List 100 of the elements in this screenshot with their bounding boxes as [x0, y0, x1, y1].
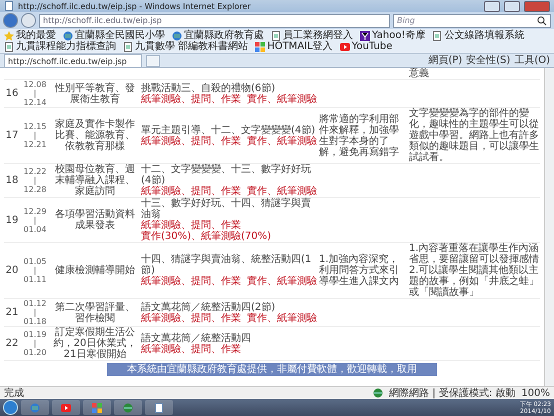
play-icon — [61, 402, 71, 412]
assessment-text: 實作、紙筆測驗 — [247, 136, 317, 146]
tiles-icon — [92, 402, 102, 412]
globe-icon — [63, 30, 73, 40]
page-icon — [154, 402, 164, 412]
assessment-text: 實作、紙筆測驗 — [247, 94, 317, 104]
start-date: 12.29 — [22, 206, 48, 216]
date-separator: | — [32, 339, 38, 348]
globe-icon — [172, 30, 182, 40]
method-text: 將常適的字利用部件來解釋，加強學生對字本身的了解，避免再寫錯字 — [319, 114, 400, 158]
date-separator: | — [32, 216, 38, 224]
date-separator: | — [32, 131, 38, 140]
table-cell-text: 意義 — [409, 68, 430, 79]
week-number: 21 — [5, 307, 19, 318]
star-icon — [4, 30, 14, 40]
window-title: http://schoff.ilc.edu.tw/eip.jsp - Windows Internet Explorer — [18, 2, 252, 10]
end-date: 12.28 — [22, 185, 48, 194]
favorite-link[interactable]: 員工業務網登入 — [271, 30, 353, 41]
tiles-icon — [255, 42, 266, 52]
topic-text: 校園母位教育、週末輔導融入課程、家庭訪問 — [54, 164, 136, 197]
assessment-text: 實作(30%)、紙筆測驗(70%) — [141, 231, 272, 242]
end-date: 01.18 — [22, 317, 48, 326]
maximize-button[interactable] — [504, 0, 520, 12]
assessment-text: 紙筆測驗、提問、作業 — [141, 344, 241, 354]
page-icon — [123, 42, 133, 52]
lesson-text: 十三、數字好好玩、十四、猜謎字與賣油翁 — [141, 198, 312, 220]
favorite-link[interactable]: 宜蘭縣全民國民小學 — [63, 30, 165, 41]
note-text: 文字變變變為字的部件的變化，趣味性的主題學生可以從遊戲中學習。網路上也有許多類似的趣味題目，可以讓學生試試看。 — [409, 108, 539, 163]
assessment-text: 實作、紙筆測驗 — [247, 312, 317, 324]
globe-icon — [373, 388, 384, 398]
command-menu[interactable]: 網頁(P) — [428, 53, 462, 67]
end-date: 01.20 — [22, 348, 48, 357]
start-date: 01.19 — [22, 330, 48, 339]
week-number: 22 — [5, 338, 19, 349]
zoom-button[interactable]: 100% — [521, 388, 550, 398]
assessment-text: 實作、紙筆測驗 — [247, 186, 317, 197]
end-date: 12.21 — [22, 140, 48, 149]
page-icon — [271, 30, 281, 40]
note-text: 1.內容著重落在讓學生作內涵省思，要留讓留可以發揮感情 2.可以讓學生閱讀其他類以主題的故事，例如「井底之蛙」或「閱讀故事」 — [409, 243, 539, 298]
search-field[interactable]: Bing — [393, 14, 551, 28]
topic-text: 健康檢測輔導開始 — [54, 265, 136, 276]
date-separator: | — [32, 176, 38, 185]
favorite-link[interactable]: YouTube — [340, 41, 392, 52]
command-menu[interactable]: 安全性(S) — [466, 53, 510, 67]
favorite-link[interactable]: 九貫數學 部編教科書網站 — [123, 41, 248, 52]
date-separator: | — [32, 266, 38, 275]
command-menu[interactable]: 工具(O) — [514, 53, 550, 67]
lesson-text: 語文萬花筒／統整活動四 — [141, 332, 252, 344]
assessment-text: 紙筆測驗、提問、作業 — [141, 94, 241, 104]
start-date: 01.05 — [22, 257, 48, 266]
start-date: 01.12 — [22, 299, 48, 308]
scrollbar[interactable] — [544, 68, 554, 386]
assessment-text: 紙筆測驗、提問、作業 — [141, 136, 241, 146]
start-orb-icon[interactable] — [3, 400, 18, 415]
new-tab-button[interactable] — [146, 55, 160, 67]
minimize-button[interactable] — [484, 0, 500, 12]
assessment-text: 紙筆測驗、提問、作業 — [141, 186, 241, 197]
favorite-link[interactable]: 宜蘭縣政府教育處 — [172, 30, 264, 41]
search-icon — [537, 16, 547, 26]
start-date: 12.08 — [22, 80, 48, 89]
week-number: 18 — [5, 175, 19, 186]
favorite-link[interactable]: 九貫課程能力指標查詢 — [4, 41, 116, 52]
forward-button[interactable] — [21, 13, 36, 28]
favorites-button[interactable]: 我的最愛 — [4, 30, 56, 41]
lesson-text: 挑戰活動三、自殺的禮物(6節) — [141, 82, 276, 94]
lesson-text: 單元主題引導、十二、文字變變變(4節) — [141, 124, 316, 136]
topic-text: 性別平等教育、發展衛生教育 — [54, 82, 136, 104]
letter-logo-icon — [360, 30, 370, 40]
taskbar-button[interactable] — [83, 400, 111, 415]
browser-tab[interactable]: http://schoff.ilc.edu.tw/eip.jsp — [4, 54, 142, 67]
globe-icon — [123, 402, 133, 412]
close-button[interactable] — [524, 0, 550, 12]
status-text: 完成 — [4, 386, 25, 400]
method-text: 1.加強內容深究，利用問答方式來引導學生進入課文內 — [319, 254, 400, 287]
end-date: 01.04 — [22, 224, 48, 234]
end-date: 01.11 — [22, 275, 48, 284]
lesson-text: 語文萬花筒／統整活動四(2節) — [141, 302, 276, 312]
topic-text: 家庭及實作卡製作比賽、能源教育、依教教育那樣 — [54, 119, 136, 152]
start-date: 12.15 — [22, 122, 48, 131]
favorite-link[interactable]: Yahoo!奇摩 — [360, 30, 426, 41]
lesson-text: 十四、猜謎字與賣油翁、統整活動四(1節) — [141, 254, 312, 276]
address-field[interactable]: http://schoff.ilc.edu.tw/eip.jsp — [39, 14, 390, 28]
back-button[interactable] — [3, 13, 18, 28]
date-separator: | — [32, 308, 38, 317]
week-number: 16 — [5, 88, 19, 99]
end-date: 12.14 — [22, 98, 48, 107]
favorite-link[interactable]: 公文線路填報系統 — [432, 30, 524, 41]
assessment-text: 實作、紙筆測驗 — [247, 276, 317, 287]
lesson-text: 十二、文字變變變、十三、數字好好玩(4節) — [141, 164, 311, 186]
page-icon — [4, 1, 14, 11]
start-date: 12.22 — [22, 167, 48, 176]
page-icon — [432, 30, 442, 40]
taskbar-button[interactable] — [145, 400, 173, 415]
favorite-link[interactable]: HOTMAIL登入 — [255, 41, 333, 52]
page-icon — [4, 42, 14, 52]
footer-banner: 本系統由宜蘭縣政府教育處提供，非屬付費軟體，歡迎轉載，取用 — [107, 363, 437, 376]
play-icon — [340, 42, 350, 52]
topic-text: 各項學習活動資料成果發表 — [54, 209, 136, 231]
globe-icon — [30, 402, 40, 412]
topic-text: 訂定寒假期生活公約，20日休業式，21日寒假開始 — [52, 327, 138, 360]
